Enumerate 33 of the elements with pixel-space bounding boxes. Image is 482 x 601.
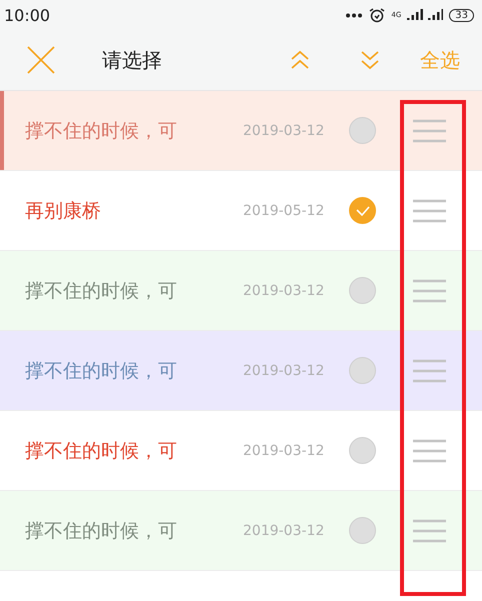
row-date: 2019-03-12 xyxy=(243,522,326,538)
page-title: 请选择 xyxy=(102,46,163,74)
signal-icon xyxy=(407,8,444,22)
close-icon[interactable] xyxy=(26,45,56,75)
list-row[interactable]: 撑不住的时候，可 2019-03-12 xyxy=(0,331,482,411)
select-all-button[interactable]: 全选 xyxy=(420,46,460,74)
move-up-icon[interactable] xyxy=(290,50,310,70)
alarm-clock-icon xyxy=(369,7,386,23)
select-checkbox[interactable] xyxy=(349,357,376,384)
select-checkbox[interactable] xyxy=(349,197,376,224)
row-title: 撑不住的时候，可 xyxy=(25,278,178,304)
battery-level: 33 xyxy=(449,8,474,22)
more-dots-icon xyxy=(345,12,364,18)
row-date: 2019-03-12 xyxy=(243,282,326,298)
select-checkbox[interactable] xyxy=(349,277,376,304)
clock-time: 10:00 xyxy=(4,6,50,24)
select-checkbox[interactable] xyxy=(349,437,376,464)
select-checkbox[interactable] xyxy=(349,517,376,544)
move-down-icon[interactable] xyxy=(360,50,380,70)
row-title: 撑不住的时候，可 xyxy=(25,518,178,544)
row-date: 2019-05-12 xyxy=(243,202,326,218)
row-title: 撑不住的时候，可 xyxy=(25,438,178,464)
row-date: 2019-03-12 xyxy=(243,362,326,378)
check-icon xyxy=(356,206,370,216)
select-checkbox[interactable] xyxy=(349,117,376,144)
row-date: 2019-03-12 xyxy=(243,442,326,458)
row-title: 撑不住的时候，可 xyxy=(25,118,178,144)
row-date: 2019-03-12 xyxy=(243,122,326,138)
list-row[interactable]: 撑不住的时候，可 2019-03-12 xyxy=(0,91,482,171)
row-title: 撑不住的时候，可 xyxy=(25,358,178,384)
list-row[interactable]: 撑不住的时候，可 2019-03-12 xyxy=(0,251,482,331)
list-row[interactable]: 撑不住的时候，可 2019-03-12 xyxy=(0,491,482,571)
row-title: 再别康桥 xyxy=(25,198,102,224)
